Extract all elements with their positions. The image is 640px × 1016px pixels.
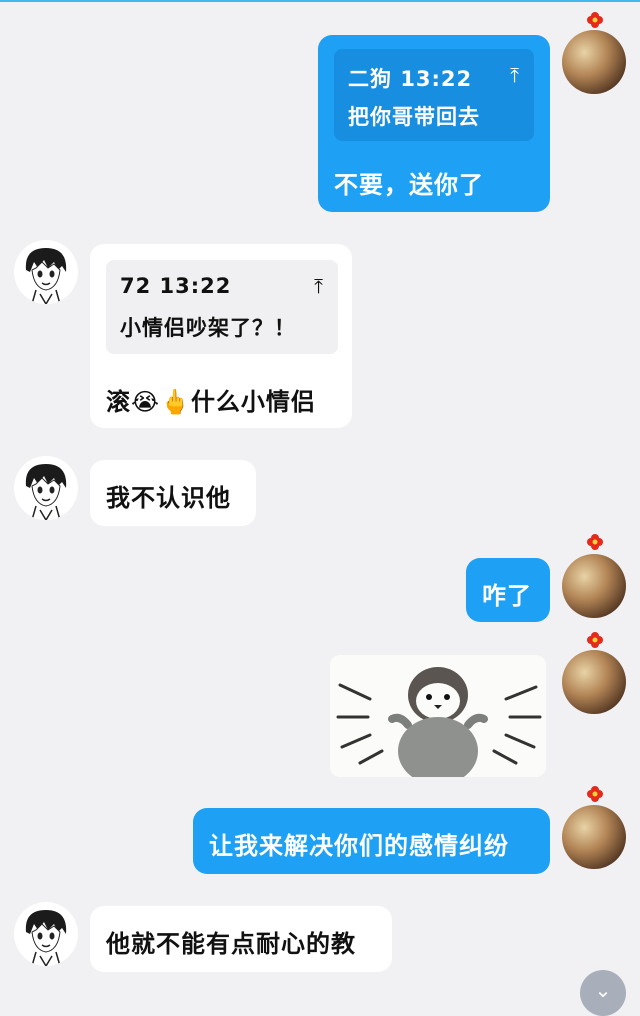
chevron-down-icon: ⌄ xyxy=(594,978,612,1002)
quote-text: 把你哥带回去 xyxy=(348,105,480,129)
message-text: 让我来解决你们的感情纠纷 xyxy=(209,832,509,860)
message-text: 不要，送你了 xyxy=(334,171,484,199)
my-avatar[interactable] xyxy=(562,30,626,94)
quote-text: 小情侣吵架了？！ xyxy=(120,316,296,340)
contact-avatar[interactable] xyxy=(14,456,78,520)
message-text: 我不认识他 xyxy=(106,484,231,512)
loudly-crying-emoji: 😭 xyxy=(131,388,161,416)
quote-header: 72 13:22 xyxy=(120,274,232,298)
message-bubble[interactable]: 72 13:22 ⤒ 小情侣吵架了？！ 滚😭🖕什么小情侣 xyxy=(90,244,352,428)
message-text: 滚😭🖕什么小情侣 xyxy=(106,388,316,416)
message-bubble[interactable]: 让我来解决你们的感情纠纷 xyxy=(193,808,550,874)
message-bubble[interactable]: 咋了 xyxy=(466,558,550,622)
message-text: 咋了 xyxy=(482,582,532,610)
flower-badge-icon xyxy=(587,12,603,28)
message-text: 他就不能有点耐心的教 xyxy=(106,930,356,958)
quoted-message[interactable]: 二狗 13:22 ⤒ 把你哥带回去 xyxy=(334,49,534,141)
flower-badge-icon xyxy=(587,632,603,648)
flower-badge-icon xyxy=(587,534,603,550)
penguin-sticker[interactable] xyxy=(330,655,546,777)
jump-to-quote-icon[interactable]: ⤒ xyxy=(510,63,520,87)
my-avatar[interactable] xyxy=(562,650,626,714)
quote-header: 二狗 13:22 xyxy=(348,67,473,91)
flower-badge-icon xyxy=(587,786,603,802)
contact-avatar[interactable] xyxy=(14,902,78,966)
my-avatar[interactable] xyxy=(562,805,626,869)
quoted-message[interactable]: 72 13:22 ⤒ 小情侣吵架了？！ xyxy=(106,260,338,354)
message-bubble[interactable]: 我不认识他 xyxy=(90,460,256,526)
middle-finger-emoji: 🖕 xyxy=(160,388,191,416)
message-bubble[interactable]: 他就不能有点耐心的教 xyxy=(90,906,392,972)
scroll-to-bottom-button[interactable]: ⌄ xyxy=(580,970,626,1016)
top-accent-line xyxy=(0,0,640,2)
my-avatar[interactable] xyxy=(562,554,626,618)
contact-avatar[interactable] xyxy=(14,240,78,304)
message-bubble[interactable]: 二狗 13:22 ⤒ 把你哥带回去 不要，送你了 xyxy=(318,35,550,212)
jump-to-quote-icon[interactable]: ⤒ xyxy=(314,274,324,298)
